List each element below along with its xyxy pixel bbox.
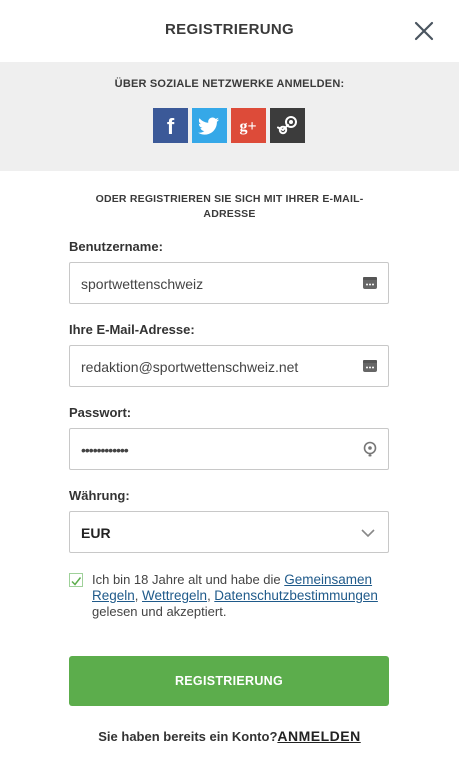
facebook-icon: f bbox=[167, 114, 175, 139]
facebook-button[interactable]: f bbox=[153, 108, 188, 143]
key-icon[interactable] bbox=[362, 441, 378, 457]
betting-rules-link[interactable]: Wettregeln bbox=[142, 588, 207, 603]
autofill-icon[interactable] bbox=[362, 275, 378, 291]
google-plus-button[interactable]: g+ bbox=[231, 108, 266, 143]
terms-text: Ich bin 18 Jahre alt und habe die Gemein… bbox=[92, 572, 382, 620]
close-icon[interactable] bbox=[412, 19, 436, 43]
currency-value: EUR bbox=[81, 525, 111, 541]
email-register-title: ODER REGISTRIEREN SIE SICH MIT IHRER E-M… bbox=[95, 193, 364, 220]
username-value: sportwettenschweiz bbox=[81, 276, 204, 292]
terms-text-after: gelesen und akzeptiert. bbox=[92, 604, 227, 619]
svg-text:f: f bbox=[167, 114, 175, 139]
twitter-icon bbox=[198, 117, 219, 135]
checkmark-icon bbox=[71, 577, 82, 586]
social-buttons: f g+ bbox=[153, 108, 305, 143]
login-prompt: Sie haben bereits ein Konto?ANMELDEN bbox=[0, 728, 459, 744]
email-value: redaktion@sportwettenschweiz.net bbox=[81, 359, 299, 375]
modal-header: REGISTRIERUNG bbox=[0, 0, 459, 62]
email-label: Ihre E-Mail-Adresse: bbox=[69, 322, 195, 337]
username-field[interactable]: sportwettenschweiz bbox=[69, 262, 389, 304]
password-field[interactable]: •••••••••••• bbox=[69, 428, 389, 470]
login-link[interactable]: ANMELDEN bbox=[277, 728, 360, 744]
register-button[interactable]: REGISTRIERUNG bbox=[69, 656, 389, 706]
username-label: Benutzername: bbox=[69, 239, 163, 254]
email-field[interactable]: redaktion@sportwettenschweiz.net bbox=[69, 345, 389, 387]
currency-label: Währung: bbox=[69, 488, 130, 503]
currency-select[interactable]: EUR bbox=[69, 511, 389, 553]
google-plus-icon: g+ bbox=[239, 118, 256, 135]
password-value: •••••••••••• bbox=[81, 442, 129, 458]
modal-title: REGISTRIERUNG bbox=[165, 21, 294, 38]
twitter-button[interactable] bbox=[192, 108, 227, 143]
social-title: ÜBER SOZIALE NETZWERKE ANMELDEN: bbox=[114, 78, 345, 90]
svg-text:g+: g+ bbox=[239, 118, 256, 135]
terms-separator: , bbox=[134, 588, 143, 603]
chevron-down-icon bbox=[361, 529, 375, 538]
autofill-icon[interactable] bbox=[362, 358, 378, 374]
steam-button[interactable] bbox=[270, 108, 305, 143]
password-label: Passwort: bbox=[69, 405, 132, 420]
login-question: Sie haben bereits ein Konto? bbox=[98, 729, 278, 744]
terms-text-before: Ich bin 18 Jahre alt und habe die bbox=[92, 572, 285, 587]
terms-checkbox[interactable] bbox=[69, 573, 83, 587]
steam-icon bbox=[277, 116, 297, 135]
social-login-section: ÜBER SOZIALE NETZWERKE ANMELDEN: f g+ bbox=[0, 62, 459, 171]
privacy-link[interactable]: Datenschutzbestimmungen bbox=[214, 588, 378, 603]
